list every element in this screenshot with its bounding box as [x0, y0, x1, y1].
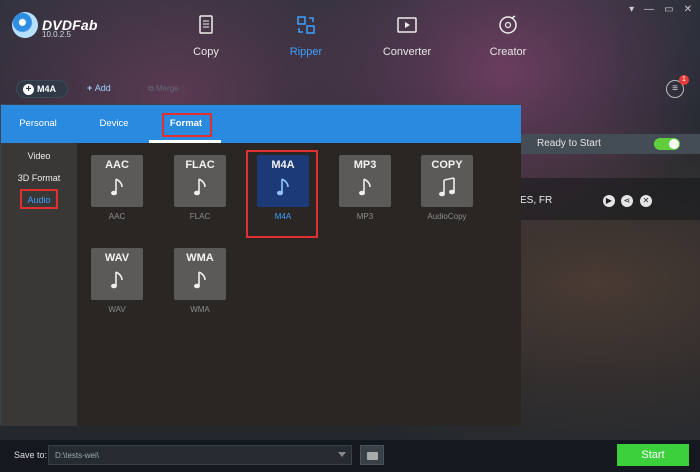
tab-personal[interactable]: Personal: [7, 105, 69, 143]
music-note-icon: [111, 271, 123, 289]
close-icon[interactable]: ✕: [684, 4, 692, 15]
merge-label: Merge: [155, 84, 179, 93]
format-grid: AAC AAC FLAC FLAC M4A M4A MP3 MP3 COPY A…: [77, 143, 521, 426]
add-label: Add: [94, 83, 111, 93]
format-caption: AudioCopy: [427, 212, 467, 221]
format-tile-label: AAC: [105, 159, 129, 171]
mode-label: M4A: [37, 84, 57, 94]
m4a-format-highlight: [246, 150, 318, 238]
music-notes-icon: [439, 177, 455, 197]
save-to-label: Save to:: [14, 450, 48, 460]
plus-circle-icon: +: [23, 83, 34, 95]
format-tile-label: WMA: [186, 252, 214, 264]
format-wma[interactable]: WMA WMA: [174, 248, 226, 314]
creator-icon: [499, 15, 517, 34]
folder-icon: [367, 452, 378, 460]
menu-icon: ≡: [672, 83, 678, 94]
format-tile-label: WAV: [104, 252, 130, 264]
app-version: 10.0.2.5: [42, 30, 71, 39]
nav-converter[interactable]: Converter: [367, 14, 447, 58]
ripper-icon: [297, 16, 315, 34]
format-flac[interactable]: FLAC FLAC: [174, 155, 226, 221]
format-wav[interactable]: WAV WAV: [91, 248, 143, 314]
nav-ripper-label: Ripper: [289, 46, 323, 58]
format-tile-label: COPY: [431, 159, 463, 171]
window-controls: ▾ — ▭ ✕: [629, 4, 692, 15]
play-icon[interactable]: ▶: [603, 195, 615, 207]
format-tile: AAC: [91, 155, 143, 207]
plus-icon: +: [87, 83, 95, 93]
music-note-icon: [194, 271, 206, 289]
nav-creator[interactable]: Creator: [468, 14, 548, 58]
track-languages: ES, FR: [520, 195, 553, 206]
nav-converter-label: Converter: [382, 46, 432, 58]
merge-icon: ⧉: [148, 84, 156, 93]
minimize-icon[interactable]: —: [644, 4, 654, 15]
add-button[interactable]: + Add: [87, 83, 111, 93]
task-status-text: Ready to Start: [537, 138, 601, 149]
profile-tabbar: Personal Device Format: [1, 105, 521, 143]
copy-icon: [199, 15, 213, 34]
format-audiocopy[interactable]: COPY AudioCopy: [421, 155, 473, 221]
format-tile: MP3: [339, 155, 391, 207]
toolbar: + M4A + Add ⧉ Merge ≡ 1: [0, 75, 700, 102]
nav-copy-label: Copy: [193, 46, 219, 58]
format-tile-label: FLAC: [185, 159, 215, 171]
format-tile: WMA: [174, 248, 226, 300]
format-mp3[interactable]: MP3 MP3: [339, 155, 391, 221]
chevron-down-icon[interactable]: [338, 452, 346, 457]
music-note-icon: [359, 178, 371, 196]
mode-button[interactable]: + M4A: [16, 80, 68, 98]
music-note-icon: [194, 178, 206, 196]
converter-icon: [397, 17, 417, 33]
format-tile: FLAC: [174, 155, 226, 207]
format-caption: AAC: [108, 212, 126, 221]
audio-category-highlight: [20, 189, 58, 209]
profile-popup: Personal Device Format Video 3D Format A…: [0, 104, 521, 426]
format-tile: WAV: [91, 248, 143, 300]
format-tab-highlight: [162, 113, 212, 137]
maximize-icon[interactable]: ▭: [664, 4, 673, 15]
share-icon[interactable]: ⋖: [621, 195, 633, 207]
category-sidebar: Video 3D Format Audio: [1, 143, 77, 426]
remove-icon[interactable]: ✕: [640, 195, 652, 207]
nav-copy[interactable]: Copy: [166, 14, 246, 58]
music-note-icon: [111, 178, 123, 196]
format-caption: WMA: [190, 305, 210, 314]
browse-folder-button[interactable]: [360, 445, 384, 465]
format-tile-label: MP3: [353, 159, 377, 171]
tab-device[interactable]: Device: [83, 105, 145, 143]
format-caption: MP3: [356, 212, 374, 221]
category-3d-format[interactable]: 3D Format: [1, 173, 77, 183]
dvdfab-logo-icon: [12, 12, 38, 38]
merge-button[interactable]: ⧉ Merge: [148, 84, 179, 94]
task-enable-toggle[interactable]: [654, 138, 680, 150]
output-path-field[interactable]: D:\tests-wei\: [48, 445, 352, 465]
category-video[interactable]: Video: [1, 151, 77, 161]
format-tile: COPY: [421, 155, 473, 207]
start-button[interactable]: Start: [617, 444, 689, 466]
nav-creator-label: Creator: [489, 46, 527, 58]
dropdown-icon[interactable]: ▾: [629, 4, 634, 15]
top-bar: DVDFab 10.0.2.5 Copy Ripper Converter Cr…: [0, 0, 700, 78]
nav-ripper[interactable]: Ripper: [266, 14, 346, 58]
format-aac[interactable]: AAC AAC: [91, 155, 143, 221]
notification-badge: 1: [679, 75, 689, 85]
format-caption: FLAC: [189, 212, 211, 221]
format-caption: WAV: [108, 305, 126, 314]
